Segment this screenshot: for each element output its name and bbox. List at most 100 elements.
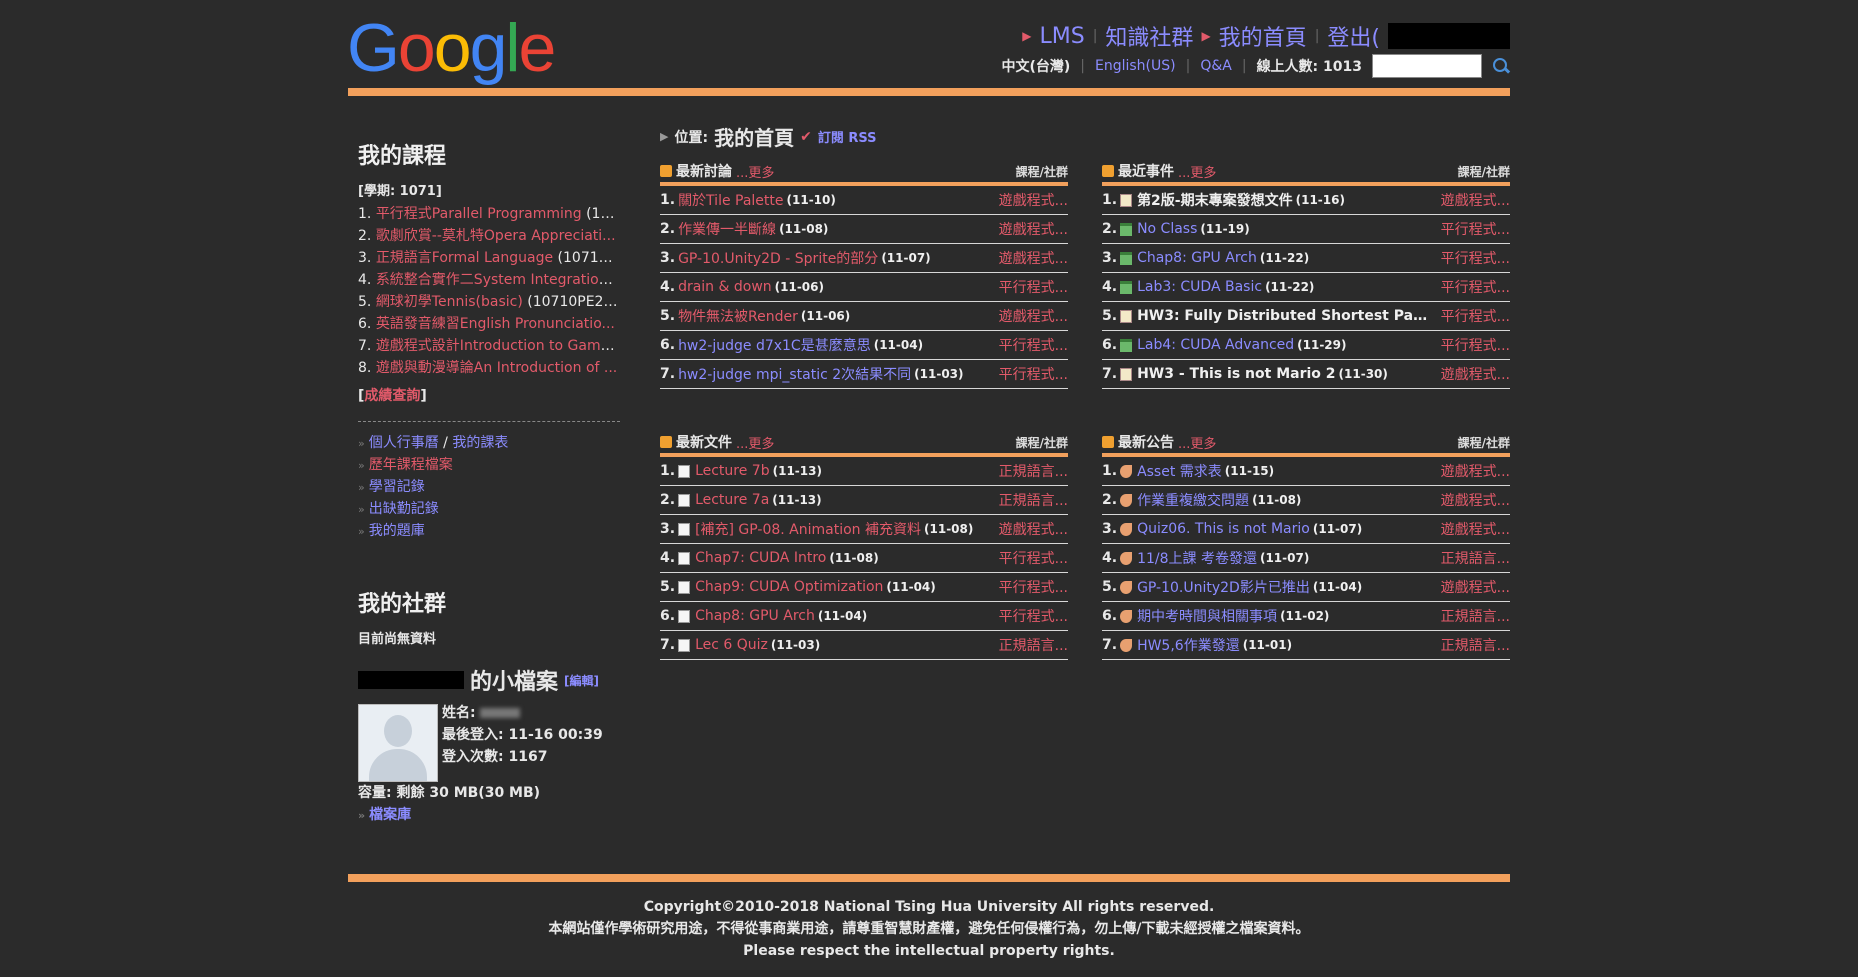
timetable-link[interactable]: 我的課表: [452, 435, 508, 451]
row-title-link[interactable]: Asset 需求表: [1137, 461, 1222, 481]
row-title-link[interactable]: Chap8: GPU Arch: [1137, 250, 1257, 266]
row-title-link[interactable]: Chap7: CUDA Intro: [695, 550, 826, 566]
row-course-link[interactable]: 遊戲程式...: [999, 190, 1068, 210]
course-item[interactable]: 7. 遊戲程式設計Introduction to Game ...: [358, 335, 620, 357]
row-course-link[interactable]: 平行程式...: [999, 548, 1068, 568]
row-title-link[interactable]: hw2-judge mpi_static 2次結果不同: [678, 364, 911, 384]
row-course-link[interactable]: 遊戲程式...: [999, 519, 1068, 539]
row-title-link[interactable]: 期中考時間與相關事項: [1137, 606, 1277, 626]
row-title-link[interactable]: Lecture 7b: [695, 463, 770, 479]
course-item[interactable]: 6. 英語發音練習English Pronunciatio...: [358, 313, 620, 335]
row-title-link[interactable]: 物件無法被Render: [678, 306, 798, 326]
row-title-link[interactable]: HW5,6作業發還: [1137, 635, 1240, 655]
row-course-link[interactable]: 正規語言...: [1441, 548, 1510, 568]
row-course-link[interactable]: 平行程式...: [1441, 277, 1510, 297]
row-course-link[interactable]: 平行程式...: [999, 364, 1068, 384]
row-course-link[interactable]: 平行程式...: [1441, 219, 1510, 239]
more-link[interactable]: ...更多: [1178, 162, 1216, 181]
course-item[interactable]: 2. 歌劇欣賞--莫札特Opera Appreciati...: [358, 225, 620, 247]
row-course-link[interactable]: 正規語言...: [1441, 606, 1510, 626]
more-link[interactable]: ...更多: [736, 433, 774, 452]
row-course-link[interactable]: 正規語言...: [1441, 635, 1510, 655]
course-name[interactable]: 系統整合實作二System Integration...: [376, 272, 620, 288]
row-course-link[interactable]: 遊戲程式...: [1441, 519, 1510, 539]
course-name[interactable]: 遊戲與動漫導論An Introduction of ...: [376, 360, 617, 376]
rss-icon[interactable]: [1102, 436, 1114, 448]
lang-zh-tw[interactable]: 中文(台灣): [1001, 56, 1070, 76]
row-title-link[interactable]: GP-10.Unity2D影片已推出: [1137, 577, 1310, 597]
course-name[interactable]: 英語發音練習English Pronunciatio...: [376, 316, 615, 332]
avatar[interactable]: [358, 704, 438, 782]
rss-icon[interactable]: [660, 436, 672, 448]
row-course-link[interactable]: 平行程式...: [1441, 248, 1510, 268]
row-title-link[interactable]: drain & down: [678, 279, 772, 295]
row-course-link[interactable]: 遊戲程式...: [1441, 190, 1510, 210]
rss-icon[interactable]: [660, 165, 672, 177]
row-course-link[interactable]: 遊戲程式...: [1441, 461, 1510, 481]
filestore-link[interactable]: 檔案庫: [369, 807, 411, 823]
row-course-link[interactable]: 平行程式...: [999, 335, 1068, 355]
course-name[interactable]: 平行程式Parallel Programming: [376, 206, 582, 222]
course-item[interactable]: 4. 系統整合實作二System Integration...: [358, 269, 620, 291]
course-archive-link[interactable]: 歷年課程檔案: [369, 457, 453, 473]
row-title-link[interactable]: 關於Tile Palette: [678, 190, 783, 210]
row-course-link[interactable]: 遊戲程式...: [999, 306, 1068, 326]
row-title-link[interactable]: Lab3: CUDA Basic: [1137, 279, 1262, 295]
row-title-link[interactable]: HW3: Fully Distributed Shortest Path Alg…: [1137, 308, 1432, 324]
row-title-link[interactable]: Lab4: CUDA Advanced: [1137, 337, 1294, 353]
row-title-link[interactable]: [補充] GP-08. Animation 補充資料: [695, 519, 921, 539]
nav-lms[interactable]: LMS: [1040, 24, 1085, 49]
search-input[interactable]: [1372, 54, 1482, 78]
rss-icon[interactable]: [1102, 165, 1114, 177]
row-course-link[interactable]: 遊戲程式...: [1441, 364, 1510, 384]
course-name[interactable]: 正規語言Formal Language: [376, 250, 553, 266]
course-name[interactable]: 遊戲程式設計Introduction to Game ...: [376, 338, 620, 354]
row-course-link[interactable]: 平行程式...: [999, 606, 1068, 626]
more-link[interactable]: ...更多: [736, 162, 774, 181]
row-title-link[interactable]: Chap8: GPU Arch: [695, 608, 815, 624]
row-course-link[interactable]: 平行程式...: [999, 277, 1068, 297]
row-course-link[interactable]: 平行程式...: [1441, 306, 1510, 326]
row-title-link[interactable]: hw2-judge d7x1C是甚麼意思: [678, 335, 871, 355]
course-item[interactable]: 5. 網球初學Tennis(basic) (10710PE205...: [358, 291, 620, 313]
question-bank-link[interactable]: 我的題庫: [369, 523, 425, 539]
row-title-link[interactable]: 作業重複繳交問題: [1137, 490, 1249, 510]
search-icon[interactable]: [1492, 57, 1510, 75]
nav-my-home[interactable]: 我的首頁: [1219, 20, 1307, 52]
course-item[interactable]: 3. 正規語言Formal Language (10710C...: [358, 247, 620, 269]
edit-profile-link[interactable]: [編輯]: [564, 672, 599, 689]
course-name[interactable]: 歌劇欣賞--莫札特Opera Appreciati...: [376, 228, 616, 244]
row-title-link[interactable]: Lec 6 Quiz: [695, 637, 768, 653]
course-item[interactable]: 1. 平行程式Parallel Programming (10...: [358, 203, 620, 225]
attendance-link[interactable]: 出缺勤記錄: [369, 501, 439, 517]
row-course-link[interactable]: 遊戲程式...: [1441, 490, 1510, 510]
nav-knowledge-community[interactable]: 知識社群: [1105, 20, 1193, 52]
row-title-link[interactable]: 11/8上課 考卷發還: [1137, 548, 1257, 568]
row-title-link[interactable]: Chap9: CUDA Optimization: [695, 579, 883, 595]
course-name[interactable]: 網球初學Tennis(basic): [376, 294, 523, 310]
rss-subscribe-link[interactable]: 訂閱 RSS: [818, 127, 877, 146]
grades-query-link[interactable]: 成績查詢: [364, 388, 420, 404]
nav-logout[interactable]: 登出(: [1327, 20, 1380, 52]
more-link[interactable]: ...更多: [1178, 433, 1216, 452]
row-course-link[interactable]: 正規語言...: [999, 490, 1068, 510]
row-course-link[interactable]: 正規語言...: [999, 461, 1068, 481]
row-course-link[interactable]: 平行程式...: [999, 577, 1068, 597]
row-course-link[interactable]: 平行程式...: [1441, 335, 1510, 355]
row-title-link[interactable]: 作業傳一半斷線: [678, 219, 776, 239]
row-title-link[interactable]: Lecture 7a: [695, 492, 769, 508]
row-title-link[interactable]: GP-10.Unity2D - Sprite的部分: [678, 248, 878, 268]
google-logo[interactable]: Google: [347, 14, 556, 82]
row-course-link[interactable]: 遊戲程式...: [999, 219, 1068, 239]
row-course-link[interactable]: 遊戲程式...: [1441, 577, 1510, 597]
row-course-link[interactable]: 遊戲程式...: [999, 248, 1068, 268]
row-title-link[interactable]: HW3 - This is not Mario 2: [1137, 366, 1335, 382]
schedule-link[interactable]: 個人行事曆: [369, 435, 439, 451]
learning-record-link[interactable]: 學習記錄: [369, 479, 425, 495]
row-title-link[interactable]: 第2版-期末專案發想文件: [1137, 190, 1293, 210]
row-course-link[interactable]: 正規語言...: [999, 635, 1068, 655]
qa-link[interactable]: Q&A: [1200, 58, 1232, 74]
course-item[interactable]: 8. 遊戲與動漫導論An Introduction of ...: [358, 357, 620, 379]
lang-en-us[interactable]: English(US): [1095, 58, 1176, 74]
row-title-link[interactable]: Quiz06. This is not Mario: [1137, 521, 1310, 537]
